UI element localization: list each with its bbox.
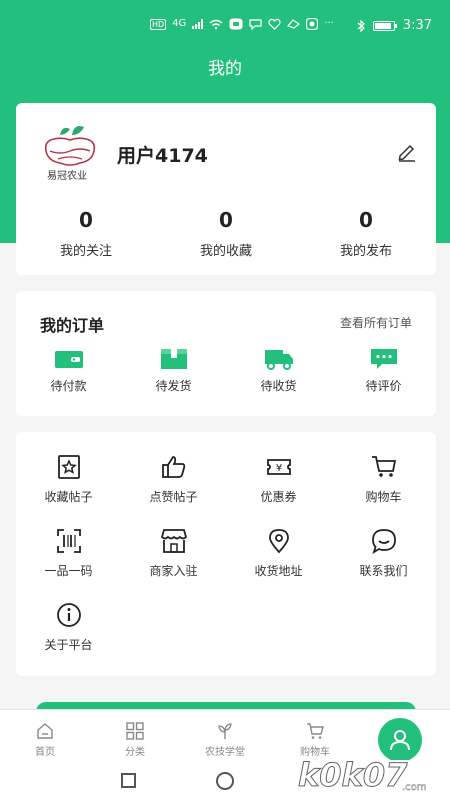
scan-icon — [56, 529, 81, 553]
order-label: 待发货 — [155, 379, 192, 393]
svg-text:.com: .com — [402, 782, 427, 793]
plant-icon — [218, 723, 232, 739]
brand-logo-text: 易冠农业 — [47, 171, 87, 182]
category-icon — [126, 722, 144, 740]
network-label: 4G — [172, 18, 187, 29]
stat-label: 我的收藏 — [199, 244, 252, 259]
status-bar: HD 4G ··· 3:37 — [0, 0, 450, 42]
signal-icon — [192, 19, 204, 29]
stat-value: 0 — [359, 208, 373, 232]
stat-label: 我的发布 — [339, 244, 392, 259]
stat-favorites[interactable]: 0 我的收藏 — [156, 208, 296, 259]
tool-label: 商家入驻 — [149, 564, 198, 578]
nav-label: 农技学堂 — [205, 747, 245, 758]
coupon-icon: ¥ — [266, 459, 291, 475]
username: 用户4174 — [117, 145, 208, 167]
status-time: 3:37 — [402, 18, 432, 33]
hd-icon: HD — [150, 18, 167, 30]
tool-label: 一品一码 — [44, 564, 93, 578]
tool-label: 点赞帖子 — [149, 490, 198, 504]
shield-app-icon — [306, 18, 319, 30]
svg-text:k0k07: k0k07 — [298, 756, 408, 794]
tool-favorite-posts[interactable]: 收藏帖子 — [16, 454, 121, 528]
info-icon — [56, 603, 81, 627]
recent-apps-button[interactable] — [121, 773, 136, 788]
tool-contact-us[interactable]: 联系我们 — [331, 528, 436, 602]
tools-grid: 收藏帖子 点赞帖子 ¥ 优惠券 购物车 一品一码 商家入驻 收货地址 联系我们 — [16, 454, 436, 676]
view-all-orders-link[interactable]: 查看所有订单 — [340, 314, 412, 331]
stats-row: 0 我的关注 0 我的收藏 0 我的发布 — [16, 208, 436, 259]
star-icon — [57, 455, 80, 479]
home-button[interactable] — [216, 772, 234, 790]
page-title: 我的 — [208, 59, 242, 79]
tool-merchant-entry[interactable]: 商家入驻 — [121, 528, 226, 602]
status-icons-right: 3:37 — [357, 18, 432, 33]
svg-text:¥: ¥ — [275, 463, 281, 474]
order-status-row: 待付款 待发货 待收货 待评价 — [16, 347, 436, 394]
order-pending-payment[interactable]: 待付款 — [16, 347, 121, 394]
nav-home[interactable]: 首页 — [0, 710, 90, 760]
orders-card: 我的订单 查看所有订单 待付款 待发货 待收货 待评价 — [16, 291, 436, 416]
thumb-up-icon — [161, 456, 185, 478]
tool-shipping-address[interactable]: 收货地址 — [226, 528, 331, 602]
truck-icon — [264, 350, 293, 370]
stat-posts[interactable]: 0 我的发布 — [296, 208, 436, 259]
tool-label: 购物车 — [365, 490, 402, 504]
box-icon — [160, 349, 187, 369]
cart-icon — [307, 723, 324, 739]
nav-category[interactable]: 分类 — [90, 710, 180, 760]
orders-title: 我的订单 — [40, 316, 105, 335]
stat-following[interactable]: 0 我的关注 — [16, 208, 156, 259]
home-icon — [37, 723, 53, 739]
tool-coupons[interactable]: ¥ 优惠券 — [226, 454, 331, 528]
nav-label: 首页 — [35, 747, 55, 758]
tool-label: 关于平台 — [44, 638, 93, 652]
location-icon — [268, 529, 289, 554]
wallet-icon — [54, 351, 83, 368]
tool-label: 收藏帖子 — [44, 490, 93, 504]
stat-value: 0 — [219, 208, 233, 232]
order-pending-review[interactable]: 待评价 — [331, 347, 436, 394]
edit-icon[interactable] — [396, 141, 418, 163]
message-icon — [249, 19, 262, 30]
user-icon — [390, 730, 410, 751]
more-icon: ··· — [324, 18, 334, 29]
chat-icon — [371, 529, 396, 554]
tools-card: 收藏帖子 点赞帖子 ¥ 优惠券 购物车 一品一码 商家入驻 收货地址 联系我们 — [16, 432, 436, 676]
wifi-icon — [209, 19, 223, 29]
tool-cart[interactable]: 购物车 — [331, 454, 436, 528]
tool-label: 联系我们 — [359, 564, 408, 578]
tool-about-platform[interactable]: 关于平台 — [16, 602, 121, 676]
watermark-logo: k0k07 .com — [298, 756, 427, 795]
stat-value: 0 — [79, 208, 93, 232]
battery-icon — [372, 20, 397, 31]
status-icons-left: HD 4G ··· — [150, 18, 334, 30]
nav-academy[interactable]: 农技学堂 — [180, 710, 270, 760]
tool-label: 优惠券 — [260, 490, 297, 504]
order-pending-shipment[interactable]: 待发货 — [121, 347, 226, 394]
profile-card: 易冠农业 用户4174 0 我的关注 0 我的收藏 0 我的发布 — [16, 103, 436, 275]
app-notification-icon — [229, 18, 243, 30]
shop-icon — [160, 529, 187, 553]
tool-liked-posts[interactable]: 点赞帖子 — [121, 454, 226, 528]
bluetooth-icon — [357, 19, 365, 32]
kite-icon — [287, 19, 301, 29]
order-label: 待评价 — [365, 379, 402, 393]
nav-label: 分类 — [125, 747, 145, 758]
comment-icon — [370, 349, 397, 369]
cart-icon — [371, 456, 396, 477]
order-label: 待付款 — [50, 379, 87, 393]
tool-product-code[interactable]: 一品一码 — [16, 528, 121, 602]
heart-icon — [268, 18, 281, 30]
order-pending-receipt[interactable]: 待收货 — [226, 347, 331, 394]
tool-label: 收货地址 — [254, 564, 303, 578]
order-label: 待收货 — [260, 379, 297, 393]
stat-label: 我的关注 — [59, 244, 112, 259]
